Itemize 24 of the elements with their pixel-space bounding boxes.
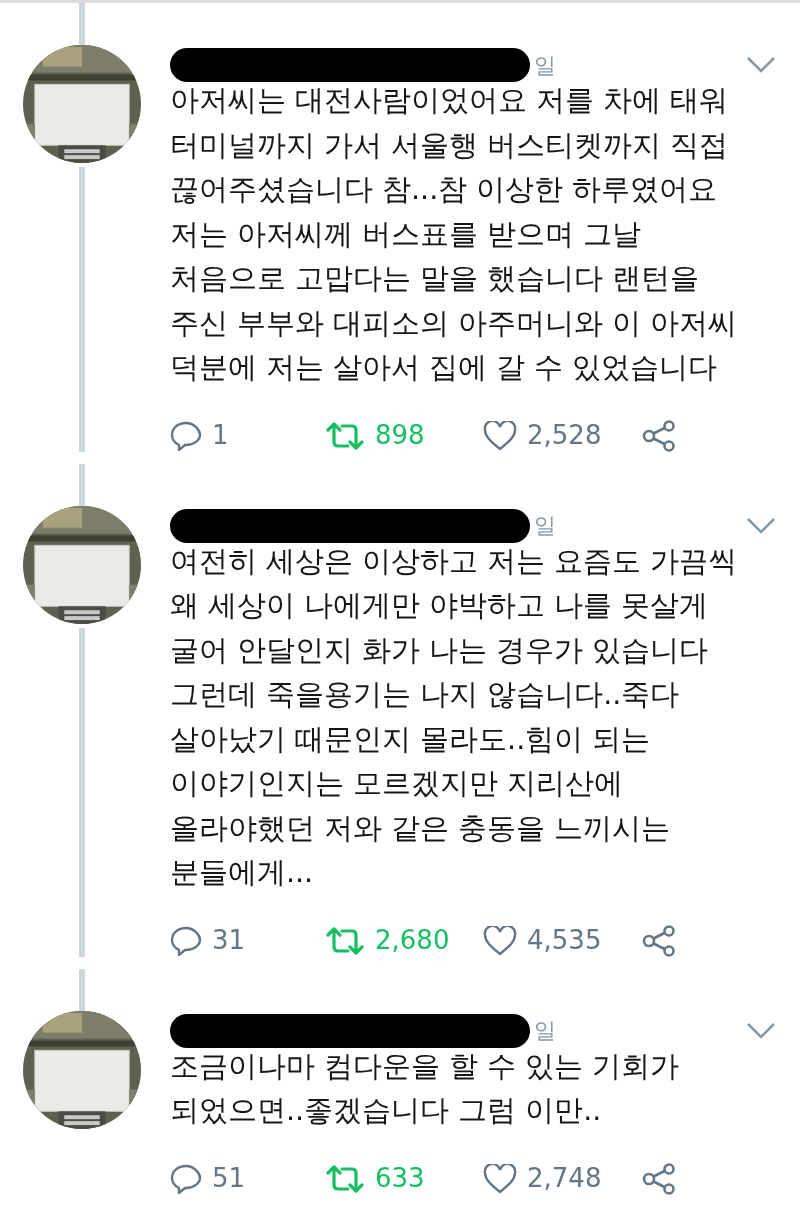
tweet-text: 여전히 세상은 이상하고 저는 요즘도 가끔씩 왜 세상이 나에게만 야박하고 나를 못살게 굴어 안달인지 화가 나는 경우가 있습니다 그런데 죽을용기는 나지 않습니다..죽다 살아났기 때문인지 몰라도..힘이 되는 이야기인지는 모르겠지만 지리산에 올라야했던 저와 같은 충동을 느끼시는 분들에게... bbox=[170, 543, 739, 891]
like-count: 2,528 bbox=[527, 419, 602, 452]
reply-count: 31 bbox=[212, 924, 246, 957]
tweet-date: 일 bbox=[534, 51, 556, 80]
tweet-date: 일 bbox=[534, 1017, 556, 1045]
reply-icon bbox=[170, 420, 202, 451]
chevron-down-icon[interactable] bbox=[746, 516, 776, 535]
retweet-count: 2,680 bbox=[375, 924, 450, 957]
share-icon bbox=[641, 1162, 677, 1195]
tweet-date: 일 bbox=[534, 512, 556, 540]
share-icon bbox=[641, 419, 677, 452]
retweet-count: 898 bbox=[375, 419, 425, 452]
reply-count: 1 bbox=[212, 419, 229, 452]
reply-icon bbox=[170, 925, 202, 956]
retweet-count: 633 bbox=[375, 1162, 425, 1195]
like-count: 4,535 bbox=[527, 924, 602, 957]
share-icon bbox=[641, 924, 677, 957]
chevron-down-icon[interactable] bbox=[746, 56, 776, 74]
tweet-text: 조금이나마 컴다운을 할 수 있는 기회가 되었으면..좋겠습니다 그럼 이만.. bbox=[170, 1048, 681, 1129]
like-count: 2,748 bbox=[527, 1162, 602, 1195]
reply-count: 51 bbox=[212, 1162, 246, 1195]
tweet-text: 아저씨는 대전사람이었어요 저를 차에 태워 터미널까지 가서 서울행 버스티켓까지 직접 끊어주셨습니다 참...참 이상한 하루였어요 저는 아저씨께 버스표를 받으며 그날 처음으로 고맙다는 말을 했습니다 랜턴을 주신 부부와 대피소의 아주머니와 이 아저씨 덕분에 저는 살아서 집에 갈 수 있었습니다 bbox=[170, 83, 739, 386]
reply-icon bbox=[170, 1163, 202, 1194]
chevron-down-icon[interactable] bbox=[746, 1021, 776, 1040]
